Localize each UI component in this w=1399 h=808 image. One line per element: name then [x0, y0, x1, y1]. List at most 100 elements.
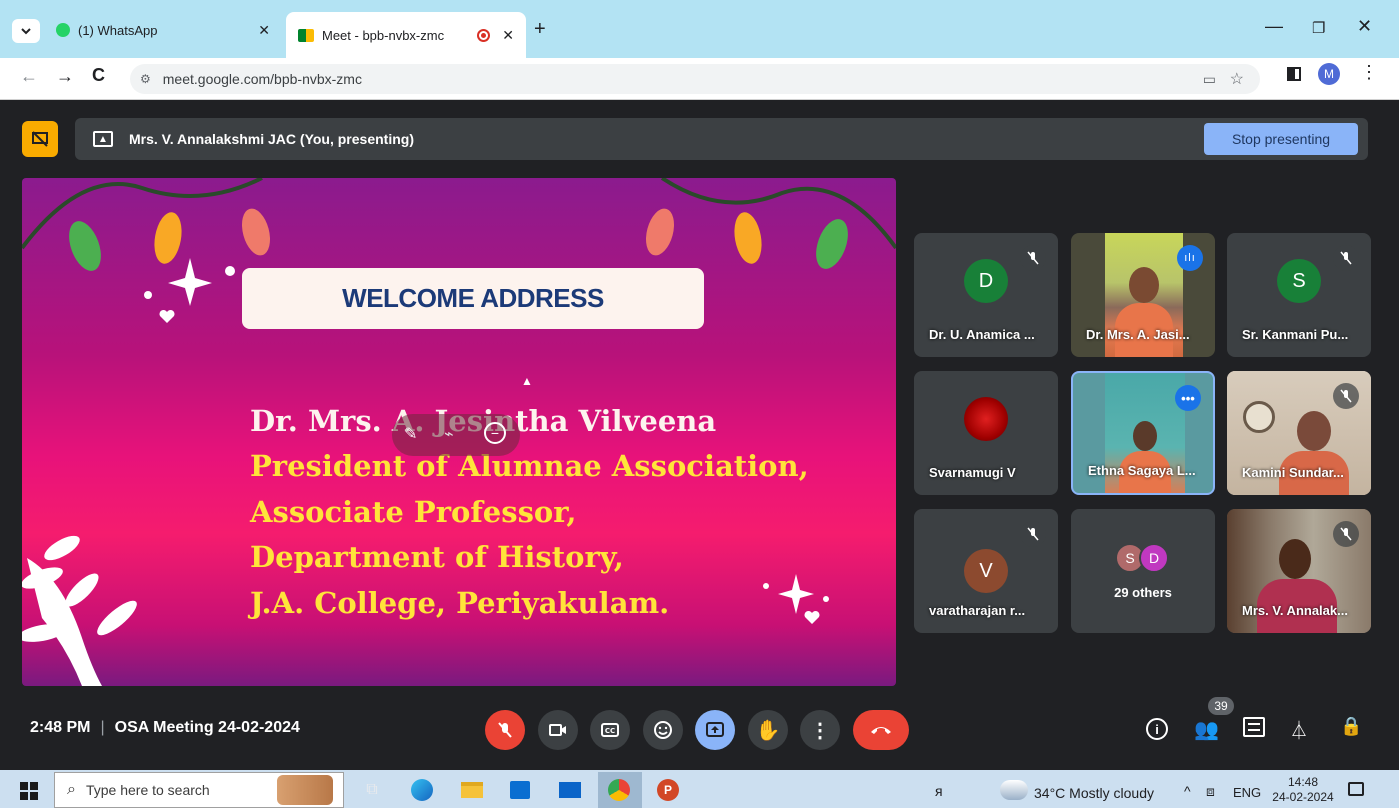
avatar: S: [1277, 259, 1321, 303]
star-icon[interactable]: ☆: [1230, 69, 1244, 89]
presenter-name: Mrs. V. Annalakshmi JAC (You, presenting…: [129, 131, 414, 147]
notification-icon[interactable]: [1348, 782, 1364, 796]
red-flower-avatar: [964, 397, 1008, 441]
presenting-banner: ▲ Mrs. V. Annalakshmi JAC (You, presenti…: [75, 118, 1368, 160]
slide-line-department: Department of History,: [250, 540, 624, 574]
new-tab-button[interactable]: +: [534, 18, 546, 41]
presentation-icon[interactable]: [22, 121, 58, 157]
task-view-icon[interactable]: ⧉: [360, 778, 384, 802]
reload-button[interactable]: C: [92, 65, 105, 86]
tab-label: (1) WhatsApp: [78, 22, 158, 38]
camera-icon[interactable]: ▭: [1203, 71, 1216, 88]
tab-whatsapp[interactable]: (1) WhatsApp ✕: [48, 14, 280, 46]
tab-search-button[interactable]: [12, 19, 40, 43]
participant-tile-pinned[interactable]: ••• Ethna Sagaya L...: [1071, 371, 1215, 495]
file-explorer-icon[interactable]: [460, 778, 484, 802]
tray-expand-icon[interactable]: ^: [1184, 783, 1191, 799]
end-call-icon: [871, 727, 891, 734]
participant-tile[interactable]: ılı Dr. Mrs. A. Jasi...: [1071, 233, 1215, 357]
close-window-button[interactable]: ✕: [1357, 16, 1372, 37]
participant-tile[interactable]: Kamini Sundar...: [1227, 371, 1371, 495]
slide-line-title: President of Alumnae Association,: [250, 449, 809, 483]
mic-off-icon: [1020, 245, 1046, 271]
tab-label: Meet - bpb-nvbx-zmc: [322, 27, 445, 43]
participant-name: varatharajan r...: [929, 603, 1026, 618]
slide-line-college: J.A. College, Periyakulam.: [250, 586, 670, 620]
cursor-icon: ▲: [521, 374, 533, 388]
participant-tile[interactable]: V varatharajan r...: [914, 509, 1058, 633]
profile-avatar[interactable]: M: [1318, 63, 1340, 85]
captions-icon: CC: [601, 723, 619, 737]
avatar: D: [964, 259, 1008, 303]
stop-presenting-button[interactable]: Stop presenting: [1204, 123, 1358, 155]
weather-text[interactable]: 34°C Mostly cloudy: [1034, 785, 1154, 801]
avatar: V: [964, 549, 1008, 593]
mail-icon[interactable]: [558, 778, 582, 802]
back-button[interactable]: ←: [20, 66, 38, 87]
separator: |: [100, 719, 105, 736]
pointer-icon[interactable]: ✎: [404, 424, 417, 444]
others-tile[interactable]: S D 29 others: [1071, 509, 1215, 633]
people-icon[interactable]: 👥: [1194, 717, 1219, 742]
menu-icon[interactable]: ⋮: [1360, 62, 1378, 83]
mic-toggle-button[interactable]: [485, 710, 525, 750]
participant-tile[interactable]: S Sr. Kanmani Pu...: [1227, 233, 1371, 357]
restore-button[interactable]: ❐: [1312, 19, 1325, 37]
more-options-button[interactable]: ⋮: [800, 710, 840, 750]
avatar: D: [1139, 543, 1169, 573]
weather-icon: [1000, 780, 1028, 800]
participant-count-badge: 39: [1208, 697, 1234, 715]
participant-name: Dr. Mrs. A. Jasi...: [1086, 327, 1190, 342]
url-text: meet.google.com/bpb-nvbx-zmc: [162, 71, 362, 87]
participant-name: Sr. Kanmani Pu...: [1242, 327, 1349, 342]
address-bar[interactable]: ⚙ meet.google.com/bpb-nvbx-zmc ▭ ☆: [130, 64, 1260, 94]
camera-toggle-button[interactable]: [538, 710, 578, 750]
emoji-icon: [654, 721, 672, 739]
meeting-time: 2:48 PM: [30, 719, 91, 736]
participant-tile[interactable]: Mrs. V. Annalak...: [1227, 509, 1371, 633]
present-screen-icon: ▲: [93, 131, 113, 147]
participant-name: Mrs. V. Annalak...: [1242, 603, 1348, 618]
others-count: 29 others: [1114, 585, 1172, 600]
more-options-icon[interactable]: •••: [1175, 385, 1201, 411]
shared-slide: WELCOME ADDRESS Dr. Mrs. A. Jesintha Vil…: [22, 178, 896, 686]
minimize-button[interactable]: —: [1265, 16, 1283, 37]
taskbar-search[interactable]: ⌕ Type here to search: [54, 772, 344, 808]
host-controls-icon[interactable]: 🔒: [1340, 716, 1362, 737]
close-icon[interactable]: ✕: [502, 27, 514, 44]
close-icon[interactable]: ✕: [258, 22, 270, 39]
captions-button[interactable]: CC: [590, 710, 630, 750]
powerpoint-icon[interactable]: P: [656, 778, 680, 802]
mute-tab-icon[interactable]: ⌁: [444, 424, 454, 444]
chrome-taskbar-button[interactable]: [598, 772, 642, 808]
people-taskbar-icon[interactable]: ᴙ: [935, 783, 943, 799]
raise-hand-button[interactable]: ✋: [748, 710, 788, 750]
more-vert-icon: ⋮: [810, 719, 830, 742]
leave-call-button[interactable]: [853, 710, 909, 750]
reactions-button[interactable]: [643, 710, 683, 750]
tab-meet[interactable]: Meet - bpb-nvbx-zmc ✕: [286, 12, 526, 58]
participant-tile[interactable]: Svarnamugi V: [914, 371, 1058, 495]
windows-start-icon[interactable]: [20, 782, 38, 800]
minus-icon[interactable]: −: [484, 422, 506, 444]
side-panel-icon[interactable]: [1287, 67, 1301, 81]
store-icon[interactable]: [508, 778, 532, 802]
chat-icon[interactable]: [1243, 717, 1265, 737]
participant-tile[interactable]: D Dr. U. Anamica ...: [914, 233, 1058, 357]
meeting-info: 2:48 PM | OSA Meeting 24-02-2024: [30, 719, 300, 737]
clock[interactable]: 14:48 24-02-2024: [1268, 775, 1338, 805]
edge-icon[interactable]: [410, 778, 434, 802]
hand-icon: ✋: [755, 719, 781, 742]
chevron-down-icon: [21, 28, 31, 35]
site-info-icon[interactable]: ⚙: [140, 72, 151, 86]
present-screen-icon: [706, 722, 724, 737]
participant-name: Ethna Sagaya L...: [1088, 463, 1196, 478]
meeting-details-icon[interactable]: i: [1146, 718, 1168, 740]
present-button[interactable]: [695, 710, 735, 750]
speaking-indicator-icon: ılı: [1177, 245, 1203, 271]
forward-button[interactable]: →: [56, 66, 74, 87]
slide-hover-controls[interactable]: ✎ ⌁ −: [392, 414, 520, 456]
activities-icon[interactable]: ⏃: [1290, 717, 1308, 743]
screen-icon[interactable]: ⧈: [1206, 783, 1215, 800]
language-indicator[interactable]: ENG: [1233, 785, 1261, 800]
